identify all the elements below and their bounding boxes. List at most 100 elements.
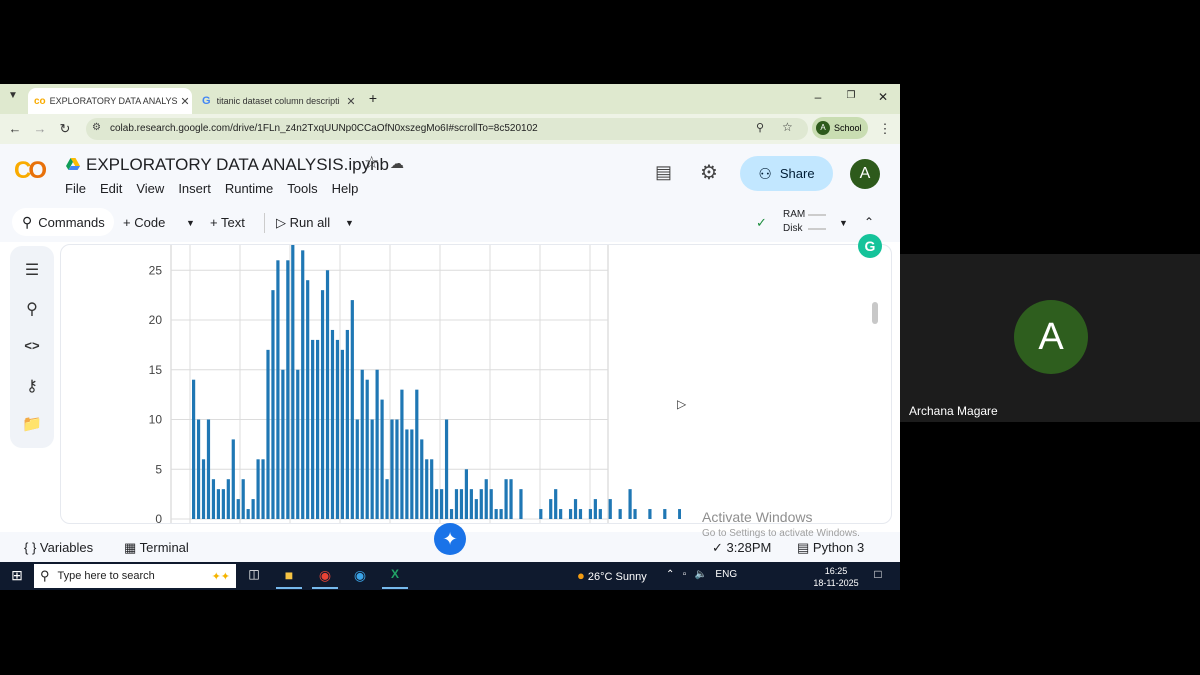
taskbar-search[interactable]: ⚲ Type here to search ✦✦ [34,564,236,588]
tab-search-icon[interactable]: ▼ [4,90,22,101]
share-button[interactable]: ⚇ Share [740,156,833,191]
menu-edit[interactable]: Edit [100,181,122,196]
comment-icon[interactable]: ▤ [655,162,672,183]
code-dropdown-icon[interactable]: ▼ [186,218,195,228]
reload-icon[interactable]: ↻ [56,121,74,137]
kernel-status[interactable]: ▤ Python 3 [797,540,864,556]
disk-bar [808,228,826,230]
gemini-button[interactable]: ✦ [434,523,466,555]
histogram-bar [628,489,632,519]
close-window-button[interactable]: ✕ [873,90,893,104]
histogram-bar [578,509,583,519]
menu-runtime[interactable]: Runtime [225,181,273,196]
volume-icon[interactable]: 🔈 [695,569,707,580]
histogram-bar [539,509,543,519]
table-of-contents-icon[interactable]: ☰ [20,260,44,280]
bookmark-star-icon[interactable]: ☆ [782,120,793,134]
files-folder-icon[interactable]: 📁 [20,414,44,434]
file-explorer-icon[interactable]: ■ [279,567,299,583]
excel-icon[interactable]: X [385,567,405,581]
browser-tab-strip: ▼ co EXPLORATORY DATA ANALYSIS ✕ G titan… [0,84,900,114]
y-tick-label: 10 [149,413,163,427]
grammarly-icon[interactable]: G [858,234,882,258]
histogram-bar [286,260,290,519]
menu-tools[interactable]: Tools [287,181,317,196]
histogram-bar [216,489,220,519]
add-code-button[interactable]: + Code [123,215,165,230]
show-hidden-icons-icon[interactable]: ⌃ [666,569,674,580]
account-avatar[interactable]: A [850,159,880,189]
back-icon[interactable]: ← [6,121,24,136]
taskbar-clock[interactable]: 16:25 18-11-2025 [808,565,864,589]
resource-monitor[interactable]: RAM Disk [783,208,805,236]
language-indicator[interactable]: ENG [715,569,737,580]
collapse-header-icon[interactable]: ⌃ [864,215,874,229]
menu-file[interactable]: File [65,181,86,196]
histogram-bar [246,509,250,519]
profile-button[interactable]: A School [812,117,868,139]
histogram-bar [454,489,459,519]
minimize-button[interactable]: – [808,90,828,104]
settings-gear-icon[interactable]: ⚙ [700,160,718,185]
new-tab-button[interactable]: + [363,90,383,106]
close-tab-icon[interactable]: ✕ [344,95,358,108]
histogram-bar [648,509,652,519]
execution-time[interactable]: ✓ 3:28PM [712,540,771,556]
find-replace-icon[interactable]: ⚲ [20,299,44,319]
scrollbar-thumb[interactable] [872,302,878,324]
terminal-button[interactable]: ▦ Terminal [124,540,189,556]
histogram-bar [226,479,230,519]
address-bar[interactable]: ⚙ colab.research.google.com/drive/1FLn_z… [86,118,808,140]
menu-insert[interactable]: Insert [178,181,211,196]
histogram-bar [325,270,330,519]
participant-name: Archana Magare [909,404,998,418]
run-all-button[interactable]: ▷ Run all [276,215,330,231]
commands-button[interactable]: ⚲ Commands [12,208,114,236]
windows-start-icon[interactable]: ⊞ [7,567,27,584]
profile-avatar: A [816,121,830,135]
zoom-icon[interactable]: ⚲ [756,121,764,134]
code-snippets-icon[interactable]: <> [20,338,44,353]
colab-logo[interactable]: CO [14,157,47,185]
tab-titanic-dataset[interactable]: G titanic dataset column descripti ✕ [196,88,358,114]
histogram-bar [221,489,225,519]
menu-view[interactable]: View [136,181,164,196]
network-icon[interactable]: ▫ [683,569,687,580]
close-tab-icon[interactable]: ✕ [178,95,192,108]
histogram-bar [474,499,478,519]
task-view-icon[interactable]: ◫ [244,567,264,581]
histogram-bar [459,489,464,519]
site-info-icon[interactable]: ⚙ [92,122,101,133]
variables-button[interactable]: { } Variables [24,540,93,555]
system-tray[interactable]: ⌃ ▫ 🔈 ENG [666,569,737,580]
weather-widget[interactable]: ● 26°C Sunny [577,568,647,583]
google-drive-icon[interactable] [66,158,80,170]
forward-icon[interactable]: → [31,121,49,136]
histogram-bar [350,300,354,519]
chrome-icon[interactable]: ◉ [315,567,335,584]
activate-windows-subtitle: Go to Settings to activate Windows. [702,528,860,539]
colab-header: CO EXPLORATORY DATA ANALYSIS.ipynb ☆ ☁ F… [0,144,900,204]
histogram-bar [276,260,280,519]
histogram-bar [370,419,374,519]
secrets-key-icon[interactable]: ⚷ [20,376,44,396]
search-icon: ⚲ [22,213,33,230]
tab-exploratory-data-analysis[interactable]: co EXPLORATORY DATA ANALYSIS ✕ [28,88,192,114]
runtime-dropdown-icon[interactable]: ▼ [839,218,848,228]
restore-button[interactable]: ❐ [841,90,861,101]
histogram-bar [618,509,622,519]
histogram-bar [291,245,295,519]
notification-icon[interactable]: □ [868,567,888,581]
histogram-bar [345,329,349,519]
run-all-dropdown-icon[interactable]: ▼ [345,218,354,228]
edge-icon[interactable]: ◉ [350,567,370,584]
add-text-button[interactable]: + Text [210,215,245,230]
histogram-bar [385,479,389,519]
histogram-bar [559,509,563,519]
histogram-bar [444,419,449,519]
menu-help[interactable]: Help [332,181,359,196]
cloud-save-icon[interactable]: ☁ [390,155,404,172]
notebook-title[interactable]: EXPLORATORY DATA ANALYSIS.ipynb [86,155,389,175]
browser-menu-icon[interactable]: ⋮ [876,121,894,137]
star-icon[interactable]: ☆ [364,153,379,173]
